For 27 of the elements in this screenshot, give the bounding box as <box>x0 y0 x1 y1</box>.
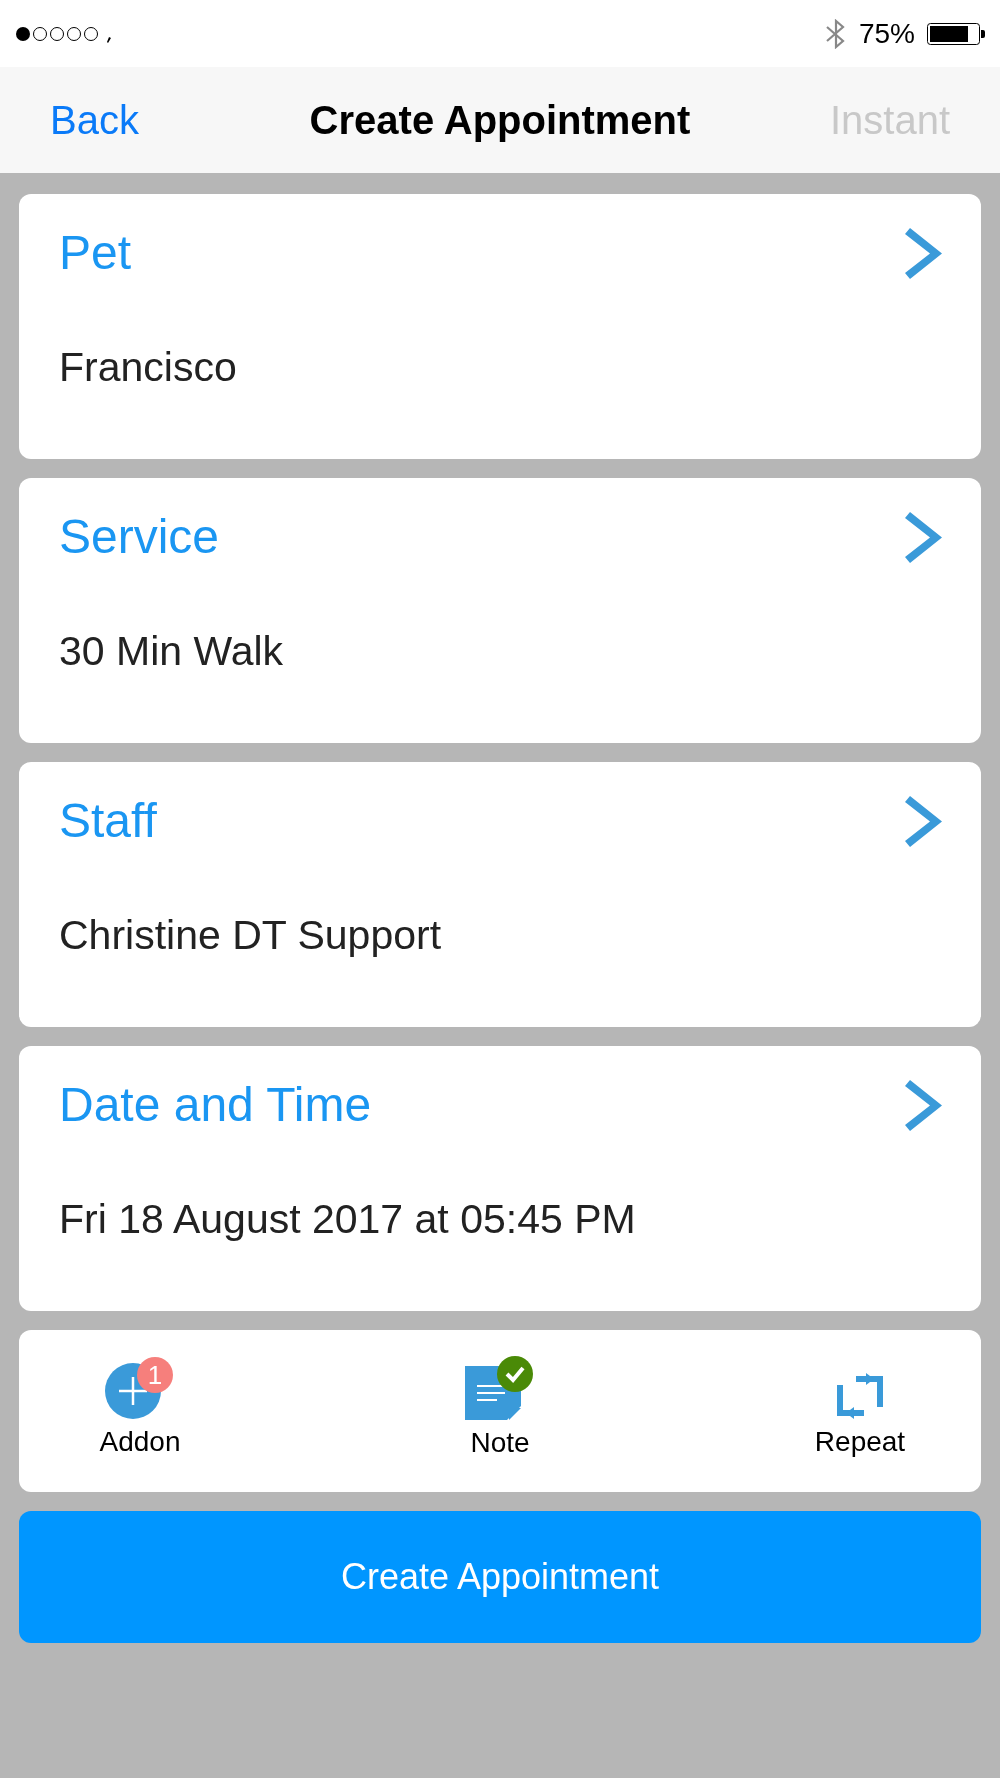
chevron-right-icon <box>905 227 942 279</box>
count-badge: 1 <box>137 1357 173 1393</box>
field-value: Christine DT Support <box>59 912 442 958</box>
field-label: Date and Time <box>59 1078 372 1132</box>
chevron-right-icon <box>905 511 942 563</box>
wifi-icon <box>107 36 111 43</box>
repeat-icon <box>836 1373 884 1419</box>
bluetooth-icon <box>824 18 847 49</box>
chevron-right-icon <box>905 795 942 847</box>
field-card[interactable]: Date and Time Fri 18 August 2017 at 05:45 PM <box>19 1046 981 1311</box>
addon-button[interactable]: 1 Addon <box>80 1357 200 1459</box>
note-button[interactable]: Note <box>440 1356 560 1460</box>
field-card[interactable]: Staff Christine DT Support <box>19 762 981 1027</box>
field-card[interactable]: Pet Francisco <box>19 194 981 459</box>
chevron-right-icon <box>905 1079 942 1131</box>
battery-icon <box>927 22 985 45</box>
field-label: Service <box>59 510 220 564</box>
back-button[interactable]: Back <box>50 100 139 140</box>
field-value: Francisco <box>59 344 237 390</box>
field-label: Pet <box>59 226 132 280</box>
field-value: 30 Min Walk <box>59 628 284 674</box>
field-card[interactable]: Service 30 Min Walk <box>19 478 981 743</box>
field-label: Staff <box>59 794 157 848</box>
screen-title: Create Appointment <box>309 100 691 140</box>
battery-percentage: 75% <box>858 19 915 48</box>
repeat-button[interactable]: Repeat <box>800 1357 920 1459</box>
field-value: Fri 18 August 2017 at 05:45 PM <box>59 1196 636 1242</box>
